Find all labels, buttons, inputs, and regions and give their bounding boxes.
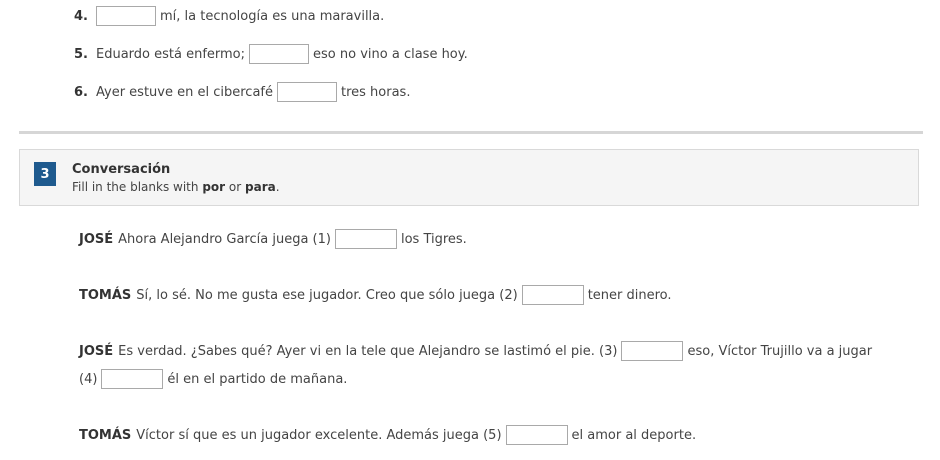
item-text-before: Eduardo está enfermo; [96,46,246,62]
section-divider [19,131,923,134]
item-text-after: mí, la tecnología es una maravilla. [160,8,385,24]
line-text-after: eso, Víctor Trujillo va a jugar [687,343,873,359]
blank-input-c2[interactable] [521,285,584,305]
item-number: 5. [74,46,88,62]
instr-or: or [228,180,242,194]
conversation-line-4: TOMÁS Víctor sí que es un jugador excele… [79,424,696,446]
item-4: 4. mí, la tecnología es una maravilla. [74,5,384,27]
item-text-after: eso no vino a clase hoy. [313,46,468,62]
word-para: para [245,180,276,194]
blank-input-4[interactable] [96,6,156,26]
section-instructions: Fill in the blanks with por or para. [72,180,280,194]
item-number: 4. [74,8,88,24]
item-text-before: Ayer estuve en el cibercafé [96,84,273,100]
blank-input-5[interactable] [249,44,310,64]
line-text-after: tener dinero. [587,287,672,303]
speaker-name: TOMÁS [79,427,132,443]
section-number-badge: 3 [34,162,56,186]
instr-suffix: . [275,180,280,194]
line-text-after: él en el partido de mañana. [167,371,348,387]
line-text-after: los Tigres. [400,231,467,247]
blank-input-6[interactable] [276,82,337,102]
speaker-name: JOSÉ [79,231,114,247]
speaker-name: TOMÁS [79,287,132,303]
item-5: 5. Eduardo está enfermo; eso no vino a c… [74,43,468,65]
line-text-after: el amor al deporte. [571,427,697,443]
section-title: Conversación [72,162,171,177]
conversation-line-1: JOSÉ Ahora Alejandro García juega (1) lo… [79,228,467,250]
item-6: 6. Ayer estuve en el cibercafé tres hora… [74,81,410,103]
line-text-before: Sí, lo sé. No me gusta ese jugador. Creo… [136,287,518,303]
speaker-name: JOSÉ [79,343,114,359]
line-text-before: Ahora Alejandro García juega (1) [118,231,331,247]
conversation-line-3: JOSÉ Es verdad. ¿Sabes qué? Ayer vi en l… [79,340,872,362]
blank-input-c1[interactable] [334,229,397,249]
item-number: 6. [74,84,88,100]
conversation-line-2: TOMÁS Sí, lo sé. No me gusta ese jugador… [79,284,672,306]
line-text-before: Es verdad. ¿Sabes qué? Ayer vi en la tel… [118,343,618,359]
conversation-line-3-cont: (4) él en el partido de mañana. [79,368,347,390]
item-text-after: tres horas. [340,84,411,100]
instr-prefix: Fill in the blanks with [72,180,199,194]
line-text-before: Víctor sí que es un jugador excelente. A… [136,427,502,443]
blank-input-c5[interactable] [505,425,568,445]
word-por: por [202,180,226,194]
blank-input-c4[interactable] [101,369,164,389]
section-header: 3 Conversación Fill in the blanks with p… [19,149,919,206]
line-text-before: (4) [79,371,98,387]
blank-input-c3[interactable] [621,341,684,361]
